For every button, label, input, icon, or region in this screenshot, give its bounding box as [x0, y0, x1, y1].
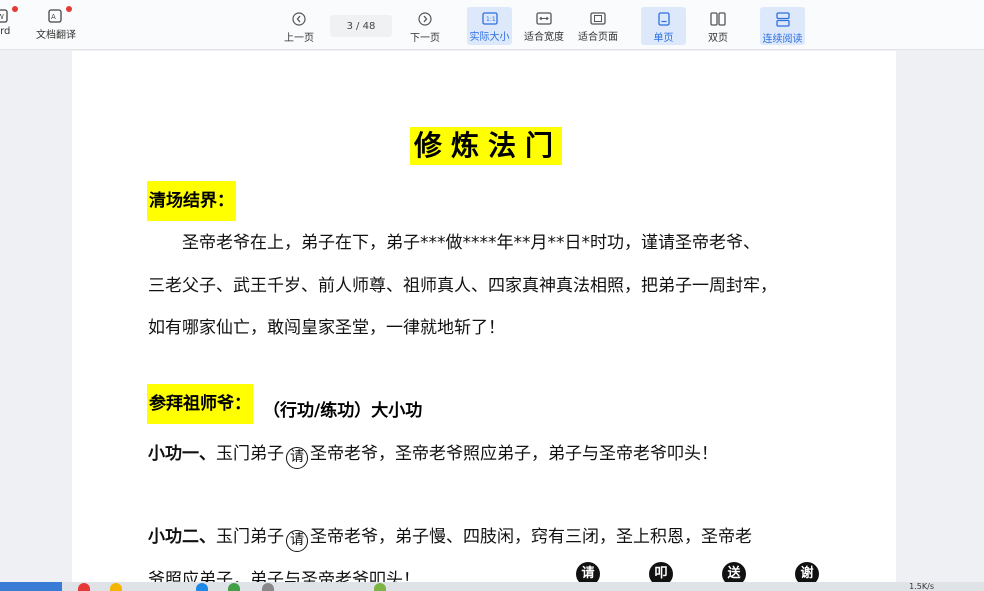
single-page-label: 单页	[653, 33, 674, 44]
small-practice-1-label: 小功一、	[148, 444, 216, 464]
app-icon[interactable]	[228, 583, 240, 591]
app-icon[interactable]	[374, 583, 386, 591]
fit-width-button[interactable]: 适合宽度	[521, 7, 567, 45]
document-title: 修炼法门	[410, 127, 563, 165]
page-current-input[interactable]: 3	[347, 21, 353, 32]
app-icon[interactable]	[262, 583, 274, 591]
paragraph-line-3: 如有哪家仙亡，敢闯皇家圣堂，一律就地斩了！	[148, 318, 505, 338]
document-page: 修炼法门 清场结界： 圣帝老爷在上，弟子在下，弟子***做****年**月**日…	[72, 51, 896, 591]
continuous-read-button[interactable]: 连续阅读	[760, 7, 805, 45]
fit-page-button[interactable]: 适合页面	[575, 7, 621, 45]
double-page-label: 双页	[708, 33, 728, 44]
section-heading-worship-rest: （行功/练功）大小功	[263, 401, 423, 421]
start-button[interactable]	[0, 582, 62, 591]
word-icon: W	[0, 6, 18, 23]
word-convert-button[interactable]: W ord	[0, 6, 18, 37]
page-total: / 48	[356, 20, 376, 32]
continuous-read-label: 连续阅读	[762, 34, 803, 45]
next-page-label: 下一页	[410, 33, 440, 44]
app-icon[interactable]	[196, 583, 208, 591]
translate-label: 文档翻译	[36, 30, 76, 41]
paragraph-line-1: 圣帝老爷在上，弟子在下，弟子***做****年**月**日*时功，谨请圣帝老爷、	[148, 233, 760, 253]
double-page-button[interactable]: 双页	[696, 7, 740, 45]
viewer-toolbar: W ord A 文档翻译 上一页 3 / 48 下一页 1:1 实际大小 适合宽…	[0, 0, 984, 50]
single-page-icon	[657, 12, 670, 26]
circled-char-icon: 请	[286, 447, 308, 469]
circled-char-icon: 请	[286, 530, 308, 552]
single-page-button[interactable]: 单页	[641, 7, 686, 45]
svg-text:W: W	[0, 13, 4, 21]
notification-dot	[66, 6, 72, 12]
chevron-left-icon	[292, 12, 306, 26]
svg-text:A: A	[51, 13, 56, 21]
prev-page-label: 上一页	[284, 33, 314, 44]
fit-page-icon	[590, 12, 606, 25]
word-convert-label: ord	[0, 26, 11, 37]
fit-width-label: 适合宽度	[524, 32, 564, 43]
fit-page-label: 适合页面	[578, 32, 618, 43]
prev-page-button[interactable]: 上一页	[280, 7, 318, 45]
page-indicator[interactable]: 3 / 48	[330, 15, 392, 37]
small-practice-2-pre: 玉门弟子	[216, 527, 284, 547]
next-page-button[interactable]: 下一页	[406, 7, 444, 45]
continuous-read-icon	[775, 12, 790, 27]
small-practice-2-label: 小功二、	[148, 527, 216, 547]
section-heading-clear-field: 清场结界：	[147, 181, 236, 221]
translate-button[interactable]: A 文档翻译	[36, 6, 76, 41]
small-practice-2: 小功二、玉门弟子请圣帝老爷，弟子慢、四肢闲，窍有三闭，圣上积恩，圣帝老	[148, 522, 752, 552]
network-speed: 1.5K/s	[909, 582, 934, 591]
actual-size-button[interactable]: 1:1 实际大小	[467, 7, 512, 45]
taskbar: 1.5K/s	[0, 582, 984, 591]
app-icon[interactable]	[78, 583, 90, 591]
app-icon[interactable]	[110, 583, 122, 591]
fit-width-icon	[536, 12, 552, 25]
chevron-right-icon	[418, 12, 432, 26]
svg-text:1:1: 1:1	[486, 16, 496, 23]
small-practice-2-post: 圣帝老爷，弟子慢、四肢闲，窍有三闭，圣上积恩，圣帝老	[310, 527, 752, 547]
actual-size-icon: 1:1	[481, 12, 498, 25]
translate-icon: A	[48, 6, 72, 23]
actual-size-label: 实际大小	[469, 32, 510, 43]
double-page-icon	[710, 12, 726, 26]
small-practice-1-post: 圣帝老爷，圣帝老爷照应弟子，弟子与圣帝老爷叩头！	[310, 444, 718, 464]
small-practice-1-pre: 玉门弟子	[216, 444, 284, 464]
small-practice-1: 小功一、玉门弟子请圣帝老爷，圣帝老爷照应弟子，弟子与圣帝老爷叩头！	[148, 439, 718, 469]
paragraph-line-2: 三老父子、武王千岁、前人师尊、祖师真人、四家真神真法相照，把弟子一周封牢，	[148, 276, 777, 296]
notification-dot	[12, 6, 18, 12]
section-heading-worship: 参拜祖师爷：	[147, 384, 253, 424]
